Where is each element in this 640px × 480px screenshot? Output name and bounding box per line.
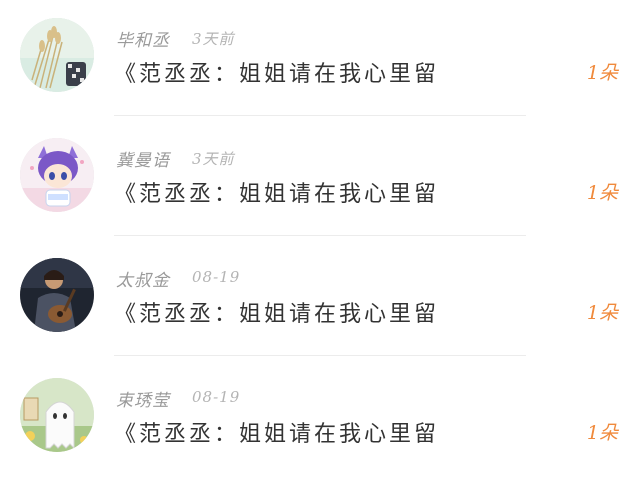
user-name[interactable]: 束琇莹	[116, 386, 170, 411]
timestamp: 08-19	[192, 268, 241, 286]
avatar[interactable]	[20, 378, 94, 452]
gift-title[interactable]: 《范丞丞：姐姐请在我心里留	[114, 176, 439, 208]
list-item[interactable]: 束琇莹 08-19 《范丞丞：姐姐请在我心里留 1朵	[0, 360, 640, 480]
flower-count: 1朵	[586, 422, 618, 444]
avatar[interactable]	[20, 258, 94, 332]
list-item[interactable]: 毕和丞 3天前 《范丞丞：姐姐请在我心里留 1朵	[0, 0, 640, 120]
flower-count: 1朵	[586, 62, 618, 84]
flower-count: 1朵	[586, 302, 618, 324]
avatar[interactable]	[20, 18, 94, 92]
gift-list: 毕和丞 3天前 《范丞丞：姐姐请在我心里留 1朵 冀曼语 3天前 《范丞丞：姐姐…	[0, 0, 640, 474]
timestamp: 3天前	[192, 150, 235, 168]
gift-title[interactable]: 《范丞丞：姐姐请在我心里留	[114, 56, 439, 88]
gift-title[interactable]: 《范丞丞：姐姐请在我心里留	[114, 296, 439, 328]
avatar-anime-cat-boy-icon	[20, 138, 94, 212]
avatar[interactable]	[20, 138, 94, 212]
avatar-guitar-portrait-icon	[20, 258, 94, 332]
divider	[114, 235, 526, 236]
user-name[interactable]: 太叔金	[116, 266, 170, 291]
divider	[114, 355, 526, 356]
list-item[interactable]: 冀曼语 3天前 《范丞丞：姐姐请在我心里留 1朵	[0, 120, 640, 240]
user-name[interactable]: 毕和丞	[116, 26, 170, 51]
gift-title[interactable]: 《范丞丞：姐姐请在我心里留	[114, 416, 439, 448]
avatar-wheat-photo-icon	[20, 18, 94, 92]
timestamp: 08-19	[192, 388, 241, 406]
user-name[interactable]: 冀曼语	[116, 146, 170, 171]
list-item[interactable]: 太叔金 08-19 《范丞丞：姐姐请在我心里留 1朵	[0, 240, 640, 360]
avatar-ghost-cartoon-icon	[20, 378, 94, 452]
timestamp: 3天前	[192, 30, 235, 48]
flower-count: 1朵	[586, 182, 618, 204]
divider	[114, 115, 526, 116]
